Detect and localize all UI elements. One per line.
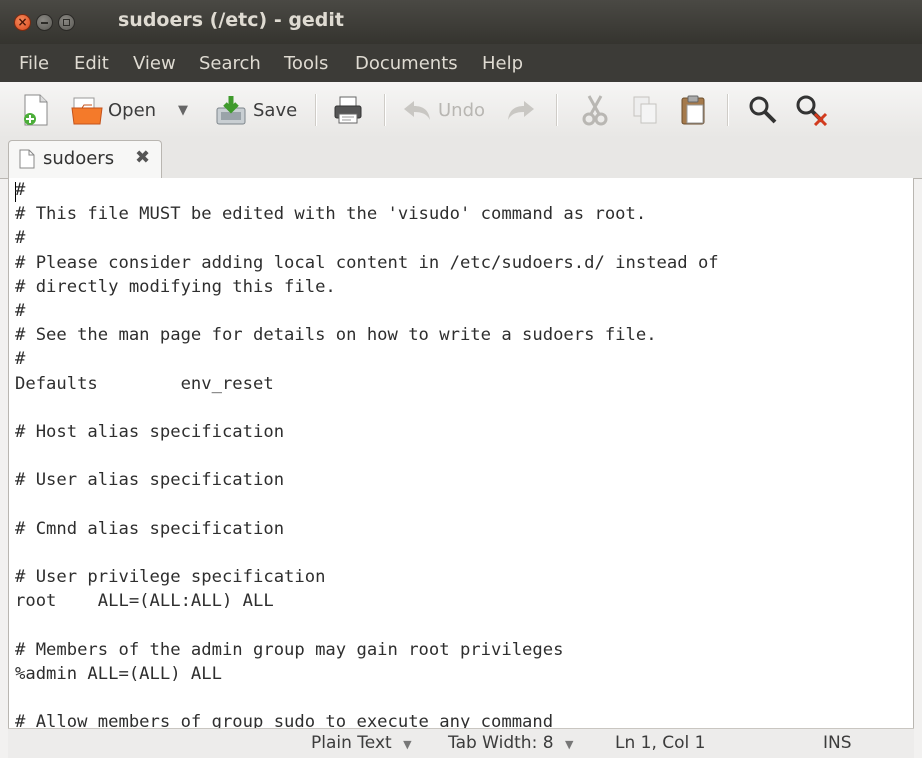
chevron-down-icon: ▼: [403, 738, 412, 751]
cursor-position: Ln 1, Col 1: [615, 733, 706, 753]
save-icon: [215, 94, 247, 126]
menu-search[interactable]: Search: [199, 53, 261, 74]
open-button[interactable]: Open: [70, 92, 156, 128]
search-icon: [748, 95, 778, 125]
search-button[interactable]: [748, 92, 778, 128]
insert-mode-indicator: INS: [823, 733, 852, 753]
search-replace-icon: [795, 94, 829, 126]
window-close-button[interactable]: ×: [14, 14, 31, 31]
save-label: Save: [253, 99, 298, 121]
cut-icon: [582, 94, 608, 126]
redo-icon: [506, 97, 536, 123]
tab-width-label: Tab Width: 8: [448, 733, 554, 753]
window-title: sudoers (/etc) - gedit: [118, 9, 345, 31]
document-icon: [19, 149, 35, 169]
new-document-icon: [22, 94, 50, 126]
dropdown-arrow-icon: ▼: [178, 102, 188, 118]
tab-sudoers[interactable]: sudoers ✖: [8, 140, 162, 178]
toolbar: Open ▼ Save Undo: [0, 82, 922, 139]
copy-button[interactable]: [632, 92, 658, 128]
paste-button[interactable]: [679, 92, 707, 128]
menu-bar: File Edit View Search Tools Documents He…: [0, 44, 922, 82]
tab-close-icon[interactable]: ✖: [135, 147, 150, 168]
document-tabbar: sudoers ✖: [0, 138, 922, 179]
menu-view[interactable]: View: [133, 53, 176, 74]
undo-icon: [402, 97, 432, 123]
editor-content[interactable]: # # This file MUST be edited with the 'v…: [15, 178, 719, 728]
toolbar-separator: [556, 94, 558, 126]
tab-label: sudoers: [43, 148, 115, 169]
toolbar-separator: [384, 94, 386, 126]
save-button[interactable]: Save: [215, 92, 297, 128]
cut-button[interactable]: [582, 92, 608, 128]
window-maximize-button[interactable]: [58, 14, 75, 31]
print-icon: [333, 95, 363, 125]
open-recent-dropdown[interactable]: ▼: [178, 92, 188, 128]
undo-label: Undo: [438, 99, 486, 121]
copy-icon: [632, 95, 658, 125]
redo-button[interactable]: [506, 92, 536, 128]
toolbar-separator: [315, 94, 317, 126]
status-bar: Plain Text ▼ Tab Width: 8 ▼ Ln 1, Col 1 …: [8, 728, 914, 758]
menu-tools[interactable]: Tools: [284, 53, 328, 74]
menu-documents[interactable]: Documents: [355, 53, 458, 74]
menu-file[interactable]: File: [19, 53, 49, 74]
search-replace-button[interactable]: [795, 92, 829, 128]
menu-help[interactable]: Help: [482, 53, 523, 74]
paste-icon: [679, 94, 707, 126]
chevron-down-icon: ▼: [564, 738, 574, 751]
text-editor[interactable]: # # This file MUST be edited with the 'v…: [8, 178, 914, 728]
menu-edit[interactable]: Edit: [74, 53, 109, 74]
tab-width-selector[interactable]: Tab Width: 8 ▼: [448, 733, 573, 753]
open-folder-icon: [70, 94, 104, 126]
undo-button[interactable]: Undo: [402, 92, 485, 128]
language-selector[interactable]: Plain Text ▼: [311, 733, 412, 753]
print-button[interactable]: [333, 92, 363, 128]
window-minimize-button[interactable]: [36, 14, 53, 31]
toolbar-separator: [727, 94, 729, 126]
language-label: Plain Text: [311, 733, 392, 753]
title-bar: × sudoers (/etc) - gedit: [0, 0, 922, 44]
open-label: Open: [108, 99, 157, 121]
new-document-button[interactable]: [22, 92, 50, 128]
